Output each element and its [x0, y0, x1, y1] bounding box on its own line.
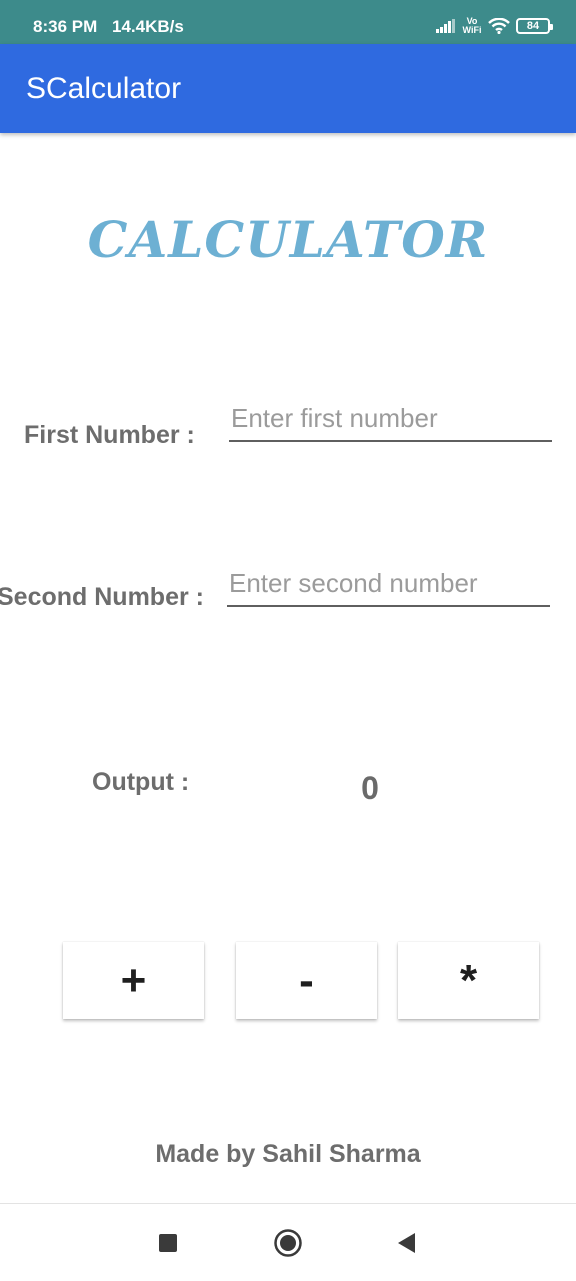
first-number-input[interactable]: [229, 402, 552, 442]
add-button[interactable]: +: [63, 942, 204, 1019]
signal-icon: [436, 19, 455, 33]
wifi-icon: [488, 18, 510, 34]
app-bar: SCalculator: [0, 44, 576, 133]
second-number-label: Second Number :: [0, 583, 204, 611]
network-speed: 14.4KB/s: [112, 17, 184, 36]
app-title: SCalculator: [26, 72, 182, 105]
volte-wifi-icon: Vo WiFi: [462, 16, 482, 35]
status-icons: Vo WiFi 84: [436, 14, 553, 38]
second-number-input[interactable]: [227, 567, 550, 607]
output-label: Output :: [92, 768, 190, 796]
subtract-button[interactable]: -: [236, 942, 377, 1019]
battery-icon: 84: [516, 18, 553, 34]
footer-credit: Made by Sahil Sharma: [155, 1140, 421, 1168]
back-button[interactable]: [376, 1204, 436, 1281]
output-value: 0: [361, 770, 379, 806]
multiply-button[interactable]: *: [398, 942, 539, 1019]
recents-icon: [159, 1233, 177, 1252]
first-number-label: First Number :: [24, 421, 195, 449]
calculator-heading: CALCULATOR: [87, 210, 489, 269]
recents-button[interactable]: [138, 1204, 198, 1281]
back-icon: [398, 1232, 415, 1253]
home-button[interactable]: [258, 1204, 318, 1281]
status-time: 8:36 PM: [33, 17, 98, 36]
navigation-bar: [0, 1203, 576, 1281]
home-icon: [274, 1228, 302, 1257]
status-bar: 8:36 PM 14.4KB/s Vo WiFi 84: [0, 0, 576, 44]
